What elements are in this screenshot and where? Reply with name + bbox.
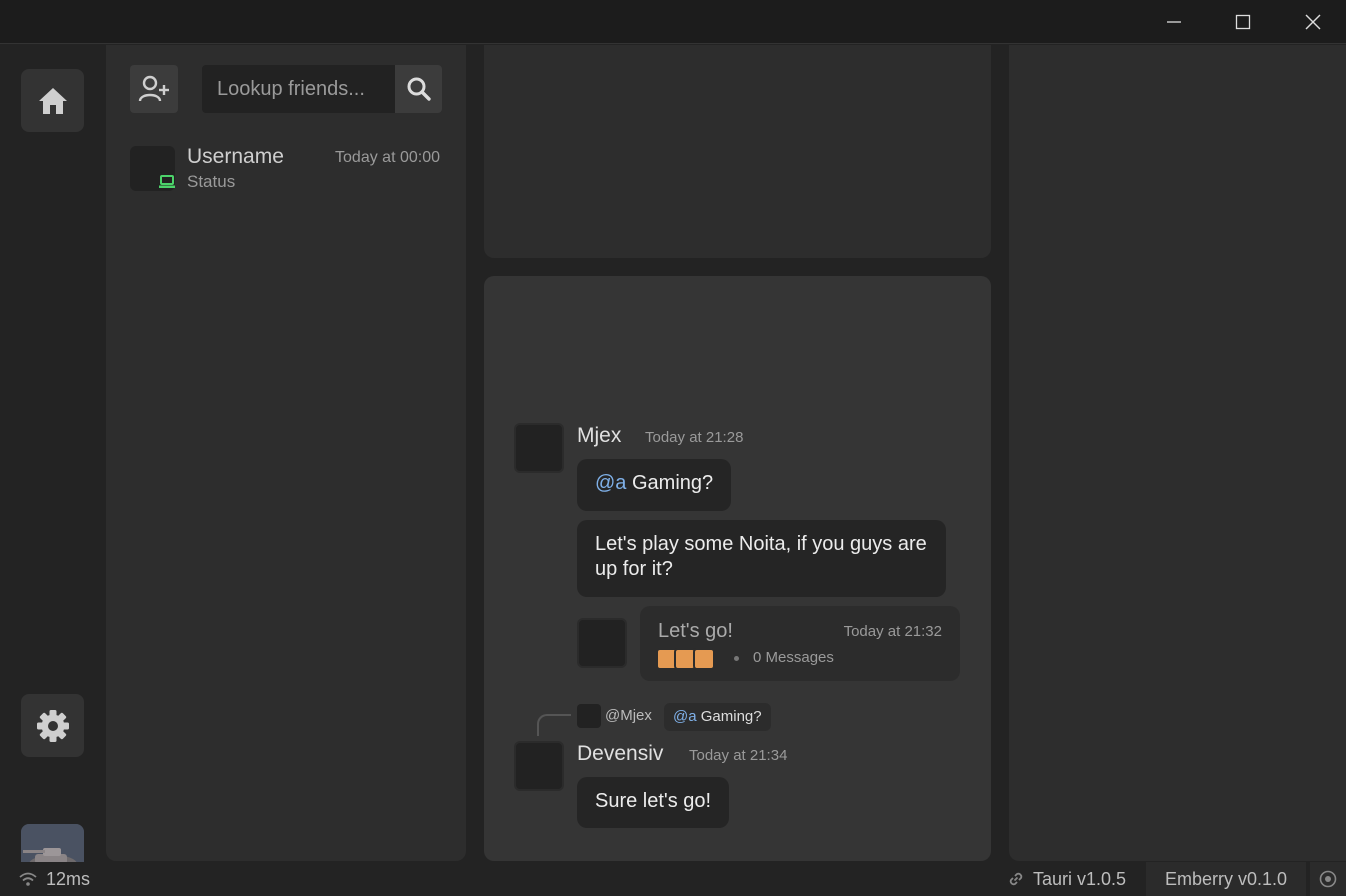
message-text: Let's play some Noita, if you guys are u… (595, 533, 927, 580)
ping-value: 12ms (46, 868, 91, 889)
minimize-button[interactable] (1139, 0, 1209, 44)
thread-title: Let's go! (658, 620, 733, 642)
tauri-version[interactable]: Tauri v1.0.5 (1007, 862, 1126, 896)
friend-name: Username (187, 145, 284, 168)
add-friend-button[interactable] (130, 65, 178, 113)
status-circle-icon (1319, 870, 1337, 888)
home-button[interactable] (21, 69, 84, 132)
search-icon (407, 77, 431, 101)
friend-status: Status (187, 172, 236, 191)
add-user-icon (138, 75, 169, 102)
message-author[interactable]: Devensiv (577, 742, 663, 766)
message-bubble[interactable]: Let's play some Noita, if you guys are u… (577, 520, 946, 597)
nav-rail (0, 45, 106, 887)
friends-panel: Username Today at 00:00 Status (106, 45, 466, 861)
link-icon (1009, 872, 1023, 886)
message-bubble[interactable]: Sure let's go! (577, 777, 730, 828)
gear-icon (36, 709, 69, 742)
thread-timestamp: Today at 21:32 (843, 623, 942, 640)
message-timestamp: Today at 21:34 (689, 747, 788, 764)
laptop-icon (157, 172, 177, 192)
maximize-button[interactable] (1208, 0, 1278, 44)
settings-button[interactable] (21, 694, 84, 757)
thread-message-count: 0 Messages (753, 649, 834, 666)
status-toggle[interactable] (1310, 862, 1346, 896)
right-panel (1009, 45, 1346, 861)
message-timestamp: Today at 21:28 (645, 429, 744, 446)
message-text: Sure let's go! (595, 790, 712, 812)
status-bar: 12ms Tauri v1.0.5 Emberry v0.1.0 (0, 862, 1346, 896)
maximize-icon (1235, 14, 1251, 30)
app-version-label: Emberry v0.1.0 (1164, 868, 1288, 889)
message-bubble[interactable]: @a Gaming? (577, 459, 732, 511)
thread-avatar (577, 618, 627, 668)
app-version[interactable]: Emberry v0.1.0 (1146, 862, 1306, 896)
minimize-icon (1167, 21, 1181, 23)
wifi-icon (19, 872, 37, 886)
reply-preview[interactable]: @a Gaming? (664, 703, 771, 731)
title-bar (0, 0, 1346, 44)
separator-dot (734, 656, 739, 661)
close-button[interactable] (1278, 0, 1346, 44)
message-avatar[interactable] (514, 423, 564, 473)
reply-author[interactable]: @Mjex (605, 707, 652, 724)
search-button[interactable] (395, 65, 442, 113)
message-author[interactable]: Mjex (577, 424, 621, 448)
mention[interactable]: @a (595, 472, 626, 494)
tauri-version-label: Tauri v1.0.5 (1033, 868, 1127, 889)
reply-avatar (577, 704, 601, 728)
connection-status: 12ms (18, 862, 90, 896)
search-input[interactable] (202, 65, 394, 113)
home-icon (38, 87, 67, 114)
reply-connector (537, 714, 571, 736)
friend-last-seen: Today at 00:00 (335, 149, 440, 166)
mention: @a (673, 708, 697, 725)
friend-search (202, 65, 442, 113)
message-text: Gaming? (626, 472, 714, 494)
friend-list-item[interactable]: Username Today at 00:00 Status (130, 145, 440, 195)
thread-participant-avatar (693, 648, 715, 670)
channel-top-panel (484, 45, 991, 258)
message-avatar[interactable] (514, 741, 564, 791)
close-icon (1305, 14, 1321, 30)
reply-text: Gaming? (696, 708, 762, 725)
thread-card[interactable]: Let's go! Today at 21:32 0 Messages (640, 606, 960, 681)
